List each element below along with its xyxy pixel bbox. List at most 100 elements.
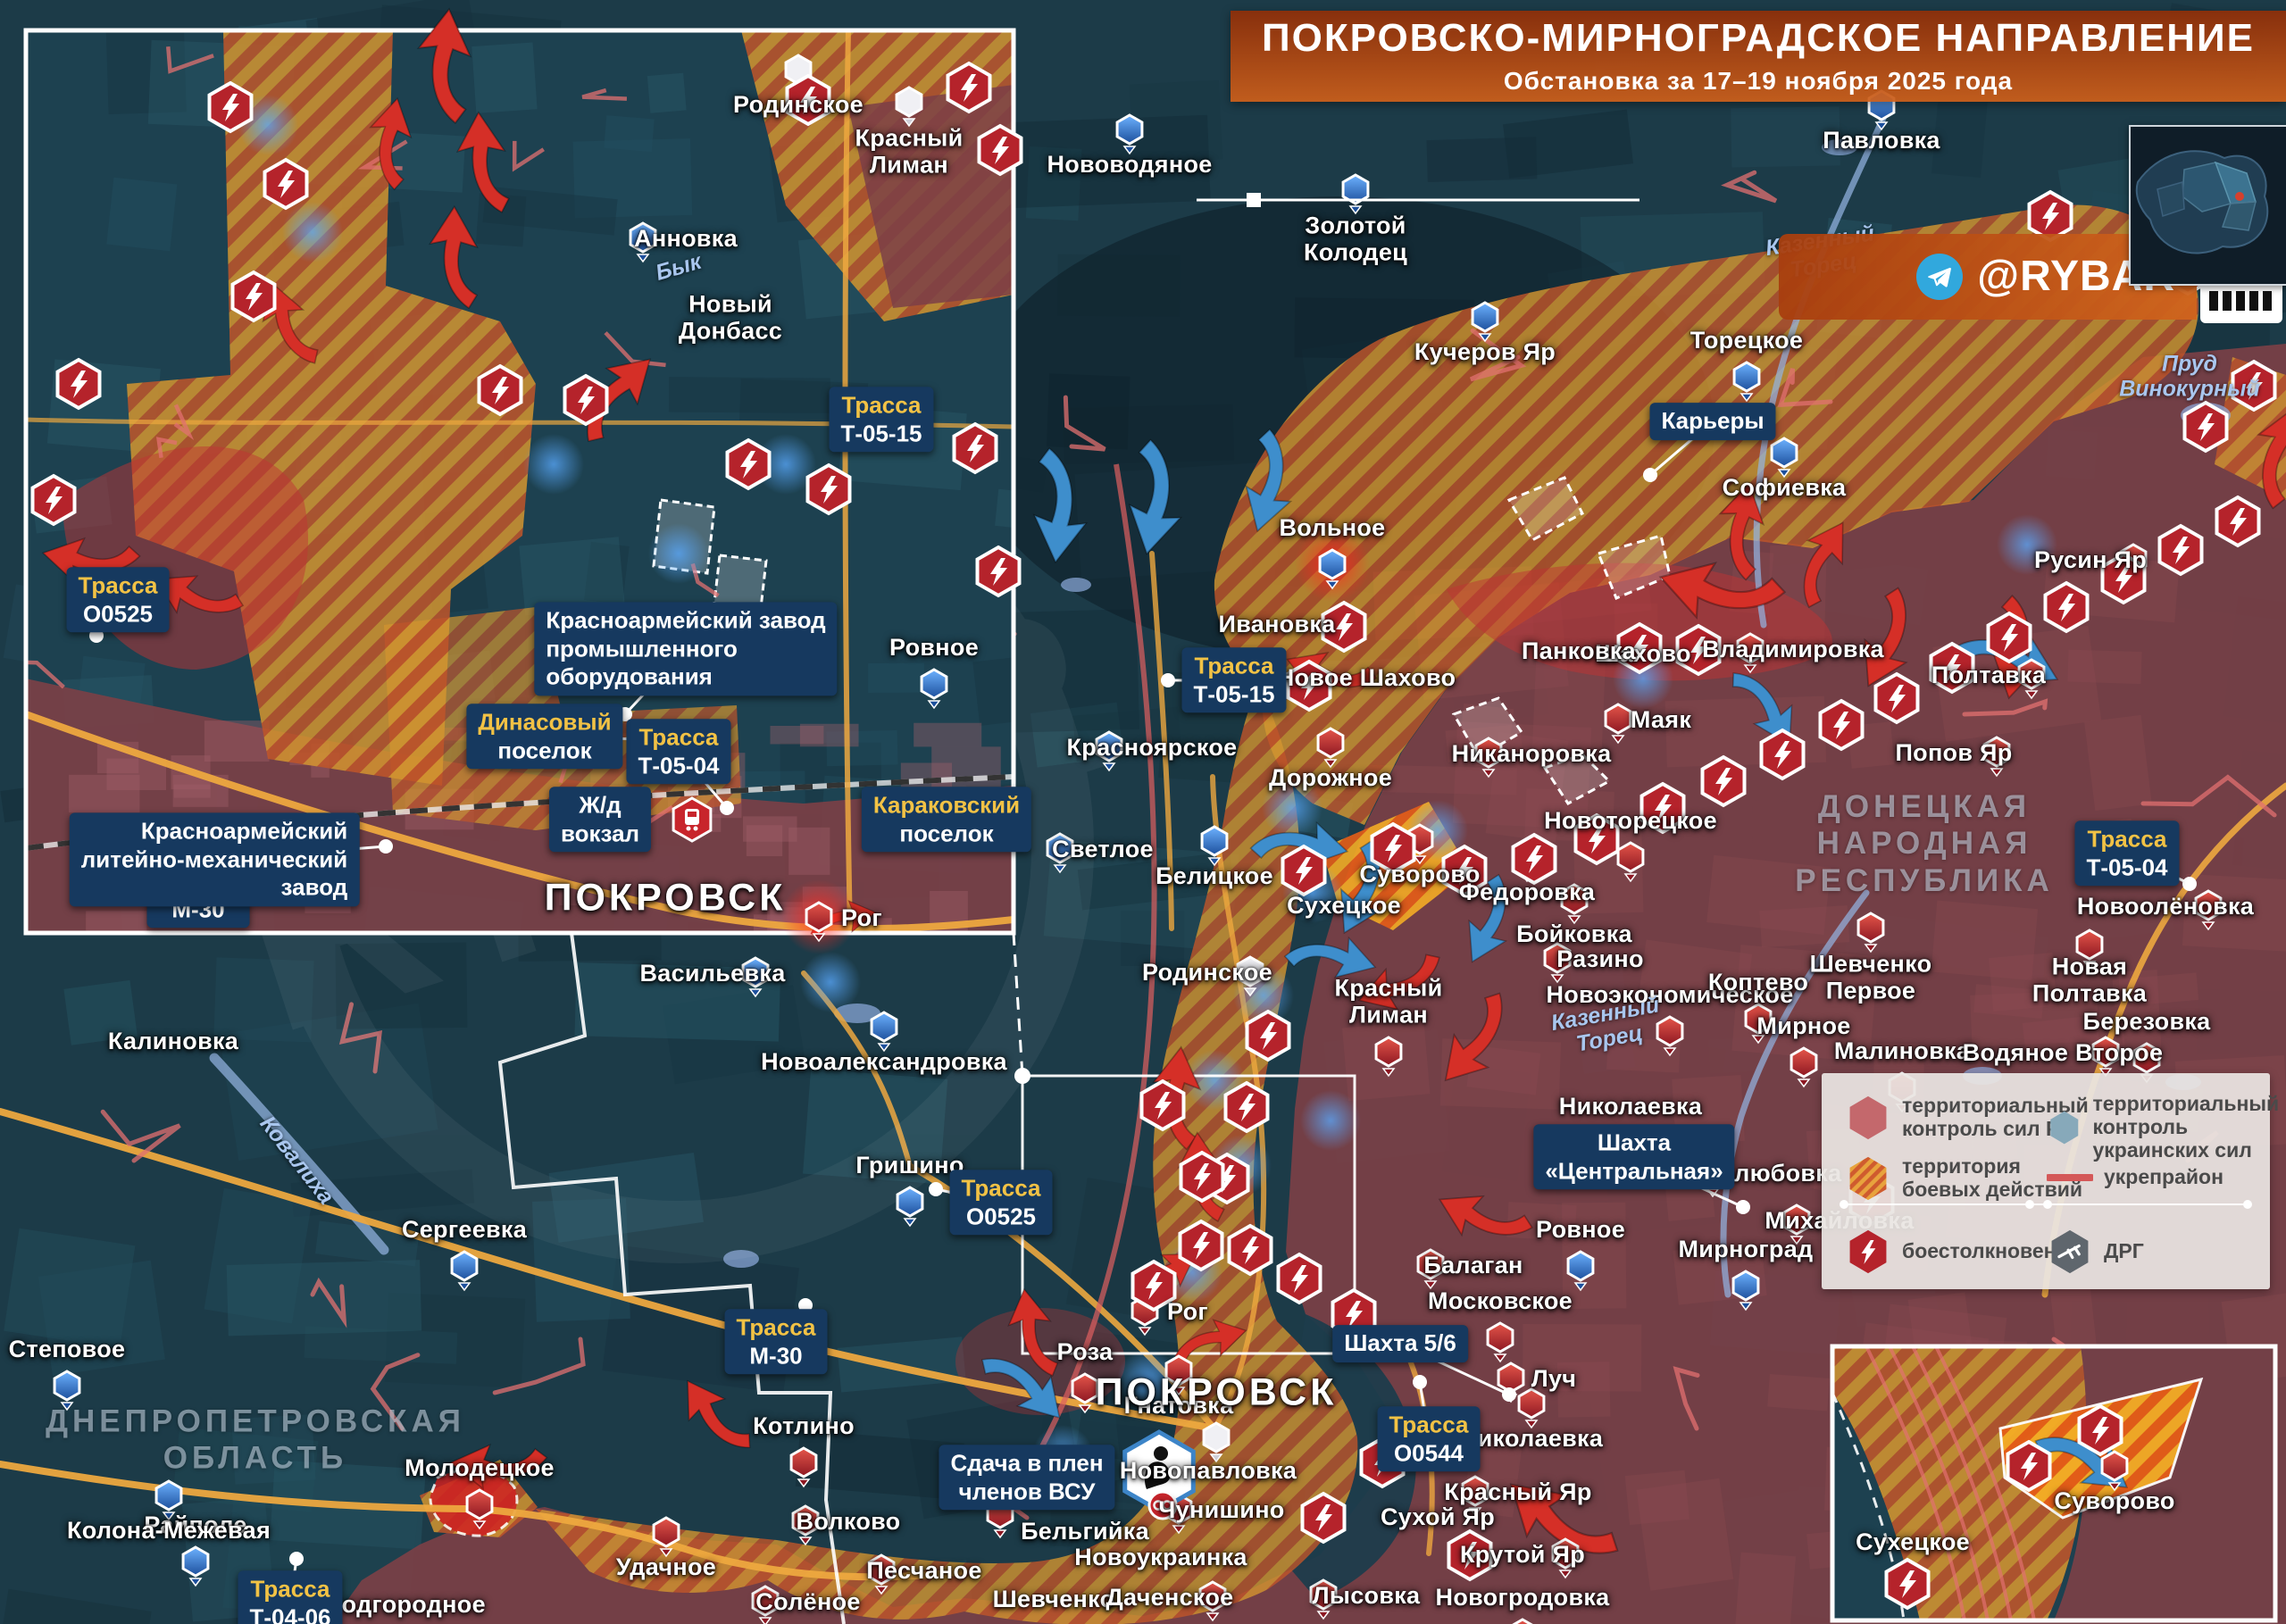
settlement-label: Роза — [1057, 1339, 1114, 1366]
road-label-box: ТрассаТ-05-15 — [829, 387, 933, 452]
settlement-label: Новоалександровка — [761, 1049, 1007, 1076]
settlement-label: Попов Яр — [1895, 740, 2012, 767]
settlement-label: Федоровка — [1459, 879, 1596, 906]
settlement-label: Сухецкое — [1856, 1529, 1970, 1556]
settlement-label: Ровное — [889, 635, 979, 662]
legend-divider-dot — [2043, 1200, 2052, 1209]
battle-zone-icon — [1845, 1153, 1891, 1203]
settlement-label: Мирное — [1756, 1013, 1850, 1040]
legend-divider-dot — [1840, 1200, 1848, 1209]
fortification-icon — [2047, 1169, 2093, 1187]
settlement-label: Удачное — [616, 1554, 716, 1581]
region-label: ДНЕПРОПЕТРОВСКАЯ ОБЛАСТЬ — [46, 1403, 465, 1478]
settlement-label: ПОКРОВСК — [1096, 1371, 1338, 1413]
settlement-label: ПОКРОВСК — [545, 877, 787, 919]
settlement-label: Родинское — [1142, 960, 1272, 987]
info-label-box: Ж/д вокзал — [549, 787, 651, 852]
scale-bar — [1197, 193, 1639, 207]
road-label-box: ТрассаТ-05-04 — [626, 719, 730, 784]
road-label-box: ТрассаМ-30 — [725, 1309, 828, 1374]
settlement-label: Анновка — [634, 226, 738, 253]
settlement-label: Светлое — [1052, 837, 1154, 863]
settlement-label: Степовое — [9, 1337, 126, 1363]
settlement-label: Нововодяное — [1047, 152, 1212, 179]
settlement-label: Бельгийка — [1021, 1519, 1149, 1545]
info-label-box: Шахта 5/6 — [1332, 1325, 1468, 1362]
legend-item-clash: боестолкновения — [1845, 1227, 2081, 1277]
settlement-label: Московское — [1428, 1288, 1573, 1315]
settlement-label: Коптево — [1708, 970, 1808, 996]
settlement-label: Панковка — [1522, 638, 1636, 665]
settlement-label: Софиевка — [1723, 475, 1847, 502]
settlement-label: Никаноровка — [1452, 741, 1612, 768]
settlement-label: Русин Яр — [2034, 547, 2147, 574]
legend-divider-dot — [2025, 1200, 2034, 1209]
region-label: ДОНЕЦКАЯ НАРОДНАЯ РЕСПУБЛИКА — [1795, 788, 2054, 899]
situation-map: RYBAR НововодяноеЗолотой КолодецКучеров … — [0, 0, 2286, 1624]
legend-divider-dot — [2243, 1200, 2252, 1209]
road-label-box: ТрассаО0544 — [1378, 1406, 1481, 1471]
drg-icon — [2047, 1227, 2093, 1277]
settlement-label: Новый Донбасс — [679, 291, 782, 344]
settlement-label: Гришино — [855, 1153, 964, 1179]
settlement-label: Рог — [1167, 1299, 1208, 1326]
settlement-label: Красный Лиман — [855, 125, 963, 178]
settlement-label: Балаган — [1423, 1253, 1523, 1279]
settlement-label: Ивановка — [1219, 612, 1336, 638]
settlement-label: Малиновка — [1834, 1038, 1970, 1065]
road-label-box: ТрассаТ-04-06 — [238, 1570, 342, 1624]
settlement-label: Сухецкое — [1287, 893, 1401, 920]
settlement-label: Новопавловка — [1120, 1458, 1297, 1485]
legend-item-drg: ДРГ — [2047, 1227, 2144, 1277]
road-label-box: Динасовыйпоселок — [466, 704, 622, 769]
rf-control-icon — [1845, 1093, 1891, 1143]
info-label-box: Сдача в плен членов ВСУ — [939, 1445, 1114, 1510]
settlement-label: Дорожное — [1269, 765, 1392, 792]
map-title: ПОКРОВСКО-МИРНОГРАДСКОЕ НАПРАВЛЕНИЕ — [1262, 19, 2255, 58]
settlement-label: Крутой Яр — [1460, 1542, 1585, 1569]
settlement-label: Полтавка — [1931, 662, 2046, 689]
telegram-icon — [1916, 254, 1963, 300]
settlement-label: Котлино — [753, 1413, 855, 1440]
settlement-label: Солёное — [755, 1589, 860, 1616]
settlement-label: Маяк — [1631, 707, 1691, 734]
settlement-label: Новоукраинка — [1074, 1545, 1247, 1571]
settlement-label: Новогродовка — [1436, 1585, 1610, 1612]
road-label-box: ТрассаТ-05-15 — [1181, 647, 1286, 712]
settlement-label: Павловка — [1823, 128, 1940, 154]
info-label-box: Шахта «Центральная» — [1533, 1124, 1734, 1189]
settlement-label: Николаевка — [1460, 1426, 1603, 1453]
legend-item-ua: территориальный контроль украинских сил — [2047, 1093, 2286, 1162]
settlement-label: Владимировка — [1702, 637, 1884, 663]
legend-panel: территориальный контроль сил РФ территор… — [1822, 1073, 2270, 1289]
settlement-label: Ровное — [1536, 1217, 1625, 1244]
map-subtitle: Обстановка за 17–19 ноября 2025 года — [1504, 69, 2013, 94]
settlement-label: Красный Яр — [1444, 1479, 1591, 1506]
settlement-label: Новоторецкое — [1544, 808, 1717, 835]
settlement-label: Колона-Межевая — [67, 1518, 271, 1545]
settlement-label: Лысовка — [1313, 1583, 1421, 1610]
settlement-label: Калиновка — [108, 1029, 238, 1055]
settlement-label: Торецкое — [1690, 328, 1803, 354]
water-label: Пруд Винокурный — [2119, 353, 2260, 402]
settlement-label: Чунишино — [1158, 1497, 1284, 1524]
settlement-label: Волково — [797, 1509, 901, 1536]
settlement-label: Мирноград — [1679, 1237, 1814, 1263]
settlement-label: Красный Лиман — [1334, 975, 1442, 1028]
ua-control-icon — [2047, 1103, 2082, 1153]
settlement-label: Сухой Яр — [1381, 1504, 1495, 1531]
settlement-label: Николаевка — [1559, 1094, 1702, 1120]
settlement-label: Разино — [1556, 946, 1644, 973]
settlement-label: Сергеевка — [402, 1217, 527, 1244]
settlement-label: Песчаное — [866, 1558, 981, 1585]
title-banner: ПОКРОВСКО-МИРНОГРАДСКОЕ НАПРАВЛЕНИЕ Обст… — [1231, 11, 2286, 102]
road-label-box: Караковскийпоселок — [862, 787, 1031, 852]
road-label-box: ТрассаО0525 — [67, 567, 170, 632]
legend-item-fort: укрепрайон — [2047, 1166, 2223, 1189]
settlement-label: Шевченко Первое — [1810, 951, 1932, 1004]
settlement-label: Кучеров Яр — [1414, 339, 1556, 366]
settlement-label: Даченское — [1106, 1585, 1234, 1612]
info-label-box: Красноармейский завод промышленного обор… — [534, 602, 837, 695]
road-label-box: ТрассаТ-05-04 — [2074, 820, 2179, 886]
settlement-label: Васильевка — [639, 961, 785, 987]
